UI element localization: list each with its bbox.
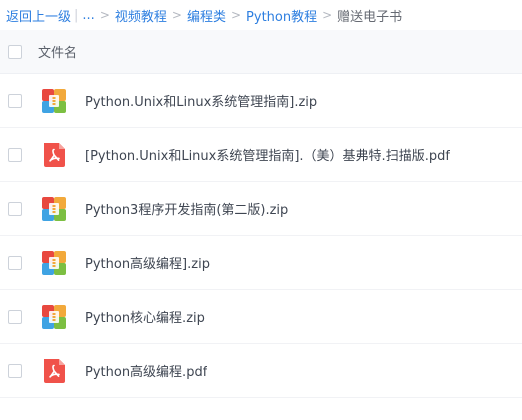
breadcrumb-item-python-tutorials[interactable]: Python教程 bbox=[246, 6, 317, 25]
chevron-right-icon: > bbox=[230, 8, 242, 22]
breadcrumb-current: 赠送电子书 bbox=[337, 9, 403, 25]
file-name[interactable]: Python高级编程].zip bbox=[85, 253, 210, 272]
breadcrumb: 返回上一级 | ... > 视频教程 > 编程类 > Python教程 > 赠送… bbox=[0, 0, 522, 30]
file-checkbox[interactable] bbox=[8, 363, 22, 378]
breadcrumb-item-programming[interactable]: 编程类 bbox=[187, 6, 226, 25]
file-row[interactable]: Python核心编程.zip bbox=[0, 290, 522, 344]
breadcrumb-item-video-tutorials[interactable]: 视频教程 bbox=[115, 6, 167, 25]
file-checkbox[interactable] bbox=[8, 201, 22, 216]
chevron-right-icon: > bbox=[322, 8, 333, 22]
file-list-header: 文件名 bbox=[0, 30, 522, 74]
zip-archive-icon bbox=[42, 304, 66, 329]
zip-archive-icon bbox=[42, 88, 66, 113]
file-row[interactable]: [Python.Unix和Linux系统管理指南].（美）基弗特.扫描版.pdf bbox=[0, 128, 522, 182]
back-link[interactable]: 返回上一级 bbox=[6, 6, 71, 25]
breadcrumb-divider: | bbox=[74, 7, 79, 23]
file-name[interactable]: [Python.Unix和Linux系统管理指南].（美）基弗特.扫描版.pdf bbox=[85, 145, 450, 164]
file-row[interactable]: Python高级编程].zip bbox=[0, 236, 522, 290]
pdf-icon bbox=[44, 358, 65, 383]
file-name[interactable]: Python.Unix和Linux系统管理指南].zip bbox=[85, 91, 317, 110]
chevron-right-icon: > bbox=[99, 8, 110, 22]
file-name[interactable]: Python核心编程.zip bbox=[85, 307, 205, 326]
file-checkbox[interactable] bbox=[8, 255, 22, 270]
select-all-checkbox[interactable] bbox=[8, 44, 22, 59]
file-checkbox[interactable] bbox=[8, 93, 22, 108]
zip-archive-icon bbox=[42, 196, 66, 221]
breadcrumb-ellipsis[interactable]: ... bbox=[82, 8, 94, 23]
chevron-right-icon: > bbox=[171, 8, 182, 22]
file-checkbox[interactable] bbox=[8, 309, 22, 324]
zip-archive-icon bbox=[42, 250, 66, 275]
file-name[interactable]: Python3程序开发指南(第二版).zip bbox=[85, 199, 288, 218]
column-header-filename[interactable]: 文件名 bbox=[38, 42, 77, 61]
pdf-icon bbox=[44, 142, 65, 167]
file-row[interactable]: Python高级编程.pdf bbox=[0, 344, 522, 398]
file-list: Python.Unix和Linux系统管理指南].zip [Python.Uni… bbox=[0, 74, 522, 398]
file-name[interactable]: Python高级编程.pdf bbox=[85, 361, 207, 380]
file-checkbox[interactable] bbox=[8, 147, 22, 162]
file-row[interactable]: Python3程序开发指南(第二版).zip bbox=[0, 182, 522, 236]
file-row[interactable]: Python.Unix和Linux系统管理指南].zip bbox=[0, 74, 522, 128]
